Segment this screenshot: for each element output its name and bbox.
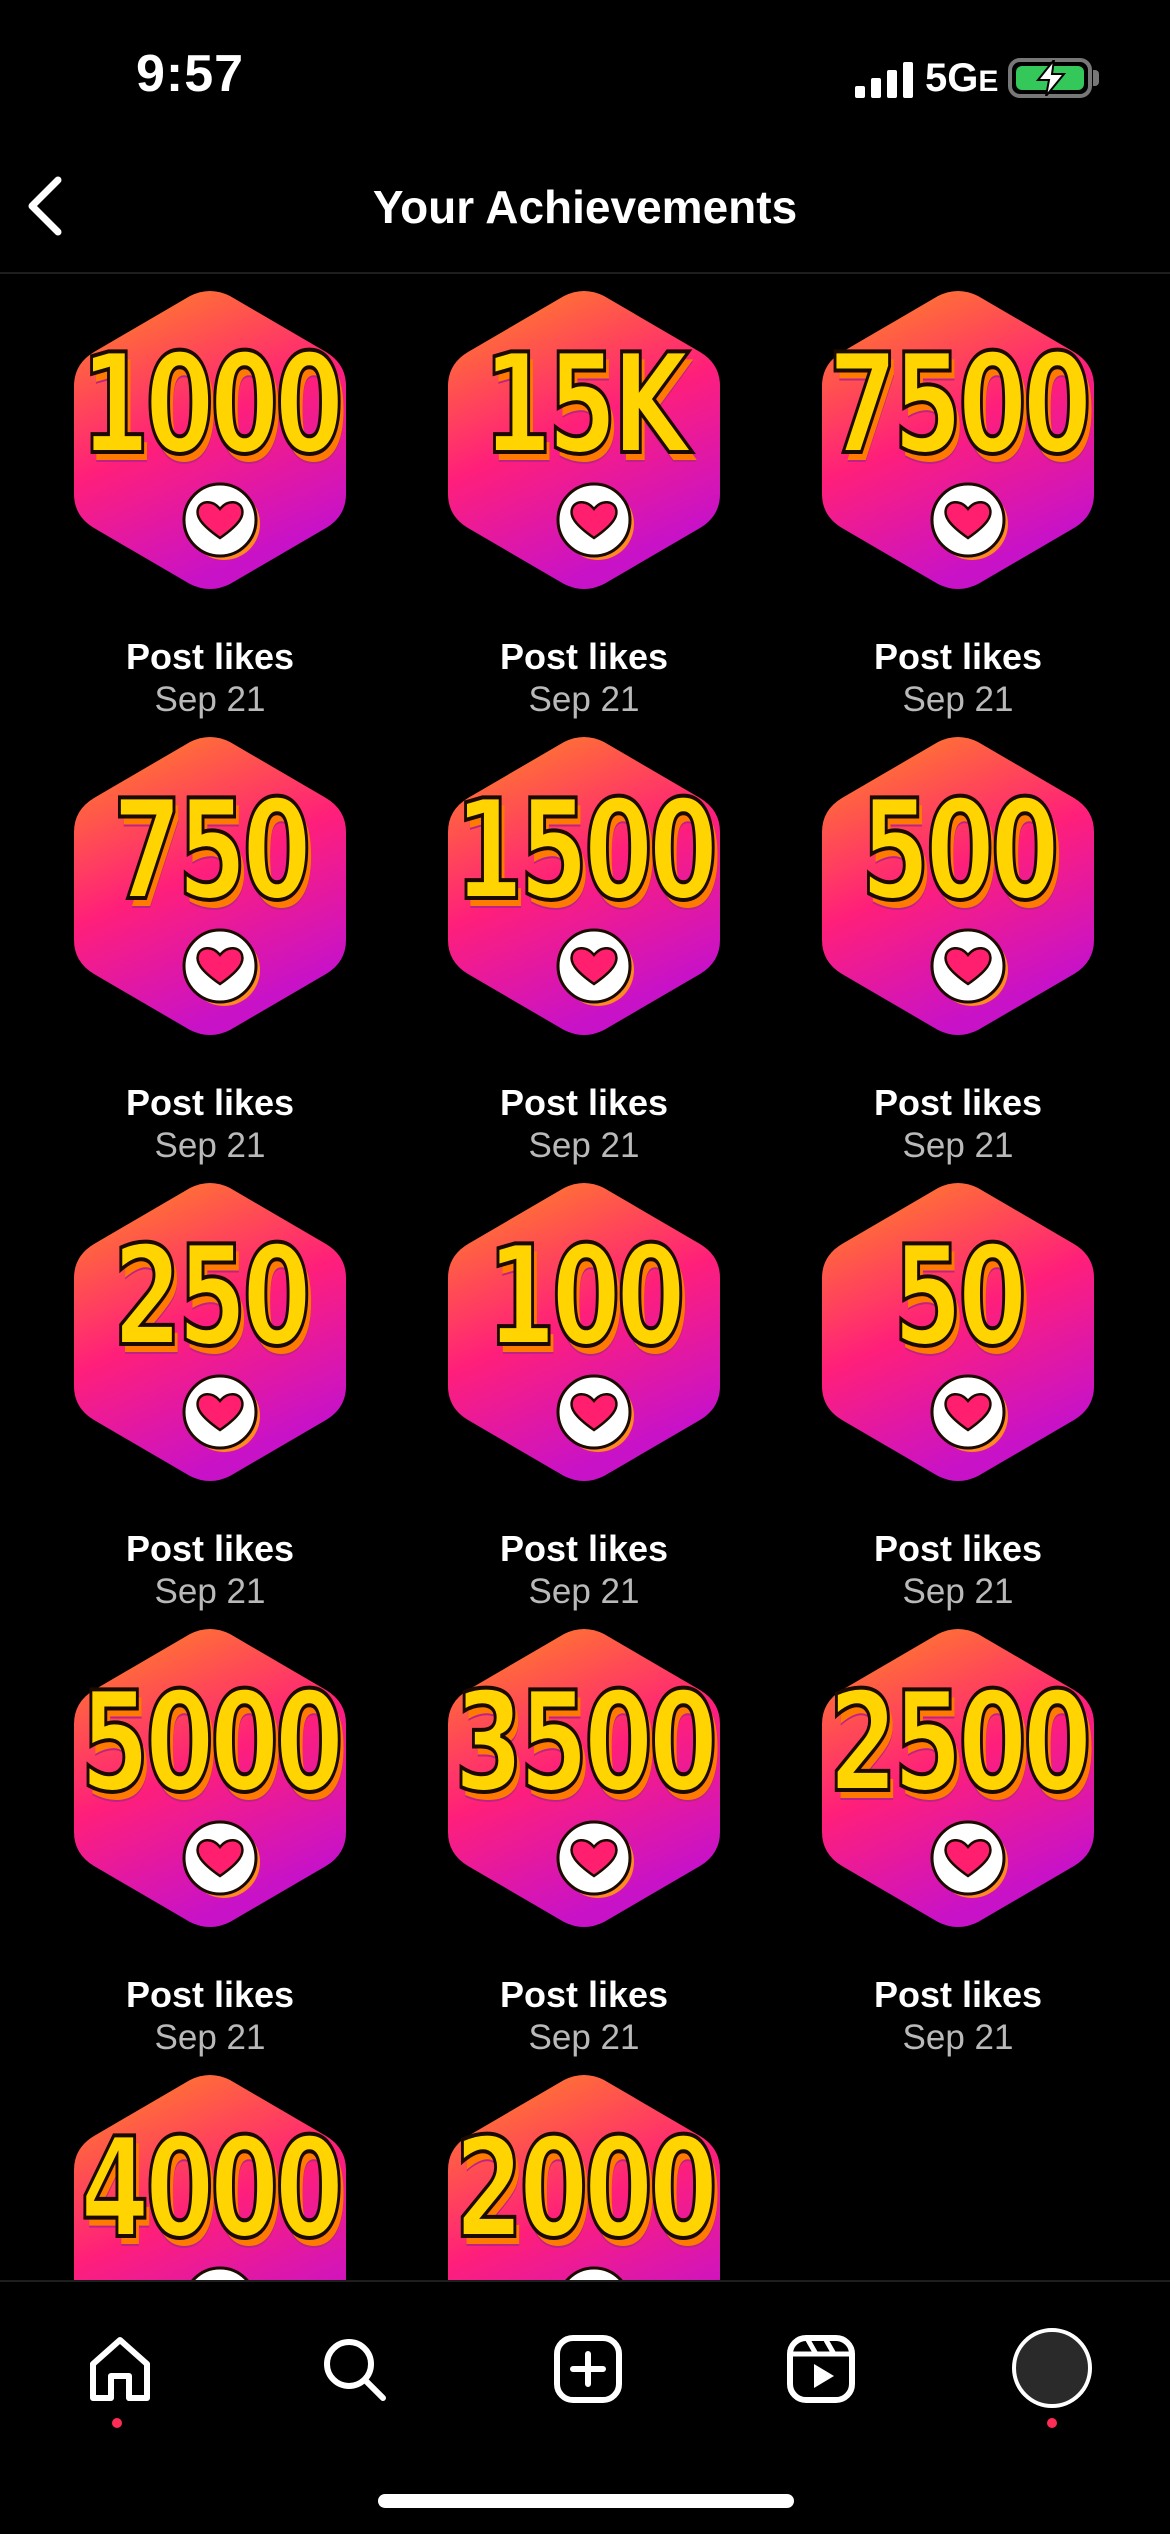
achievement-label: Post likes	[499, 1974, 669, 2015]
achievement-label: Post likes	[873, 1528, 1043, 1569]
home-active-dot	[112, 2418, 122, 2428]
heart-icon	[930, 482, 1008, 560]
badge-milestone-number: 2500	[827, 1662, 1093, 1823]
navigation-bar: Your Achievements	[0, 150, 1170, 274]
achievement-label: Post likes	[125, 1528, 295, 1569]
achievements-grid: 1000 Post likes Sep 21 15K Post likes Sep 21 7…	[0, 290, 1170, 2280]
achievement-label: Post likes	[873, 1974, 1043, 2015]
achievement-card[interactable]: 250 Post likes Sep 21	[23, 1182, 397, 1622]
battery-cap	[1093, 70, 1099, 86]
search-icon	[324, 2339, 386, 2401]
heart-icon	[930, 928, 1008, 1006]
tab-create[interactable]	[535, 2322, 635, 2422]
achievement-card[interactable]: 750 Post likes Sep 21	[23, 736, 397, 1176]
achievement-card[interactable]: 4000Post likesSep 21	[23, 2074, 397, 2280]
network-type: 5GE	[925, 56, 999, 100]
achievement-label: Post likes	[125, 1974, 295, 2015]
tab-reels[interactable]	[768, 2322, 868, 2422]
profile-notification-dot	[1047, 2418, 1057, 2428]
badge-milestone-number: 750	[111, 770, 313, 931]
badge-milestone-number: 15K	[481, 324, 691, 485]
badge-milestone-number: 100	[485, 1216, 687, 1377]
badge-milestone-number: 50	[892, 1216, 1029, 1377]
tab-home[interactable]	[67, 2322, 167, 2428]
badge-milestone-number: 7500	[827, 324, 1093, 485]
achievement-card[interactable]: 3500 Post likes Sep 21	[397, 1628, 771, 2068]
heart-icon	[556, 928, 634, 1006]
achievement-label: Post likes	[499, 636, 669, 677]
achievement-date: Sep 21	[902, 680, 1014, 719]
home-icon	[90, 2337, 150, 2401]
heart-icon	[930, 1374, 1008, 1452]
achievement-date: Sep 21	[902, 1572, 1014, 1611]
achievement-date: Sep 21	[528, 2018, 640, 2057]
badge-milestone-number: 250	[111, 1216, 313, 1377]
heart-icon	[556, 1374, 634, 1452]
badge-milestone-number: 3500	[453, 1662, 719, 1823]
achievement-label: Post likes	[499, 1528, 669, 1569]
achievement-label: Post likes	[125, 636, 295, 677]
status-time: 9:57	[136, 45, 245, 103]
heart-icon	[930, 1820, 1008, 1898]
achievement-date: Sep 21	[154, 1572, 266, 1611]
heart-icon	[565, 2266, 623, 2280]
battery-icon	[1008, 58, 1092, 98]
achievement-date: Sep 21	[528, 680, 640, 719]
achievement-card[interactable]: 500 Post likes Sep 21	[771, 736, 1145, 1176]
badge-milestone-number: 1000	[79, 324, 345, 485]
badge-milestone-number: 5000	[79, 1662, 345, 1823]
achievement-label: Post likes	[873, 636, 1043, 677]
achievement-date: Sep 21	[154, 2018, 266, 2057]
heart-icon	[182, 928, 260, 1006]
achievement-card[interactable]: 1000 Post likes Sep 21	[23, 290, 397, 730]
badge-milestone-number: 2000	[453, 2108, 719, 2269]
achievement-label: Post likes	[125, 1082, 295, 1123]
home-indicator	[378, 2494, 794, 2508]
achievement-card[interactable]: 1500 Post likes Sep 21	[397, 736, 771, 1176]
heart-icon	[182, 482, 260, 560]
achievement-date: Sep 21	[902, 2018, 1014, 2057]
achievement-date: Sep 21	[154, 680, 266, 719]
reels-icon	[787, 2335, 855, 2403]
achievement-label: Post likes	[499, 1082, 669, 1123]
achievement-card[interactable]: 15K Post likes Sep 21	[397, 290, 771, 730]
achievement-label: Post likes	[873, 1082, 1043, 1123]
profile-avatar-icon	[1012, 2328, 1092, 2408]
status-bar: 9:57 5GE	[0, 0, 1170, 150]
heart-icon	[182, 1374, 260, 1452]
badge-milestone-number: 4000	[79, 2108, 345, 2269]
heart-icon	[191, 2266, 249, 2280]
heart-icon	[556, 482, 634, 560]
achievement-date: Sep 21	[528, 1126, 640, 1165]
achievement-card[interactable]: 100 Post likes Sep 21	[397, 1182, 771, 1622]
achievement-card[interactable]: 50 Post likes Sep 21	[771, 1182, 1145, 1622]
page-title: Your Achievements	[372, 181, 798, 233]
achievement-card[interactable]: 2000Post likesSep 21	[397, 2074, 771, 2280]
achievement-date: Sep 21	[154, 1126, 266, 1165]
cellular-signal-icon	[855, 62, 913, 98]
heart-icon	[556, 1820, 634, 1898]
achievement-date: Sep 21	[902, 1126, 1014, 1165]
achievement-card[interactable]: 7500 Post likes Sep 21	[771, 290, 1145, 730]
achievement-date: Sep 21	[528, 1572, 640, 1611]
achievement-card[interactable]: 2500 Post likes Sep 21	[771, 1628, 1145, 2068]
badge-milestone-number: 500	[859, 770, 1061, 931]
heart-icon	[182, 1820, 260, 1898]
create-post-icon	[554, 2335, 622, 2403]
tab-search[interactable]	[301, 2322, 401, 2422]
achievement-card[interactable]: 5000 Post likes Sep 21	[23, 1628, 397, 2068]
tab-profile[interactable]	[1000, 2322, 1100, 2428]
badge-milestone-number: 1500	[453, 770, 719, 931]
